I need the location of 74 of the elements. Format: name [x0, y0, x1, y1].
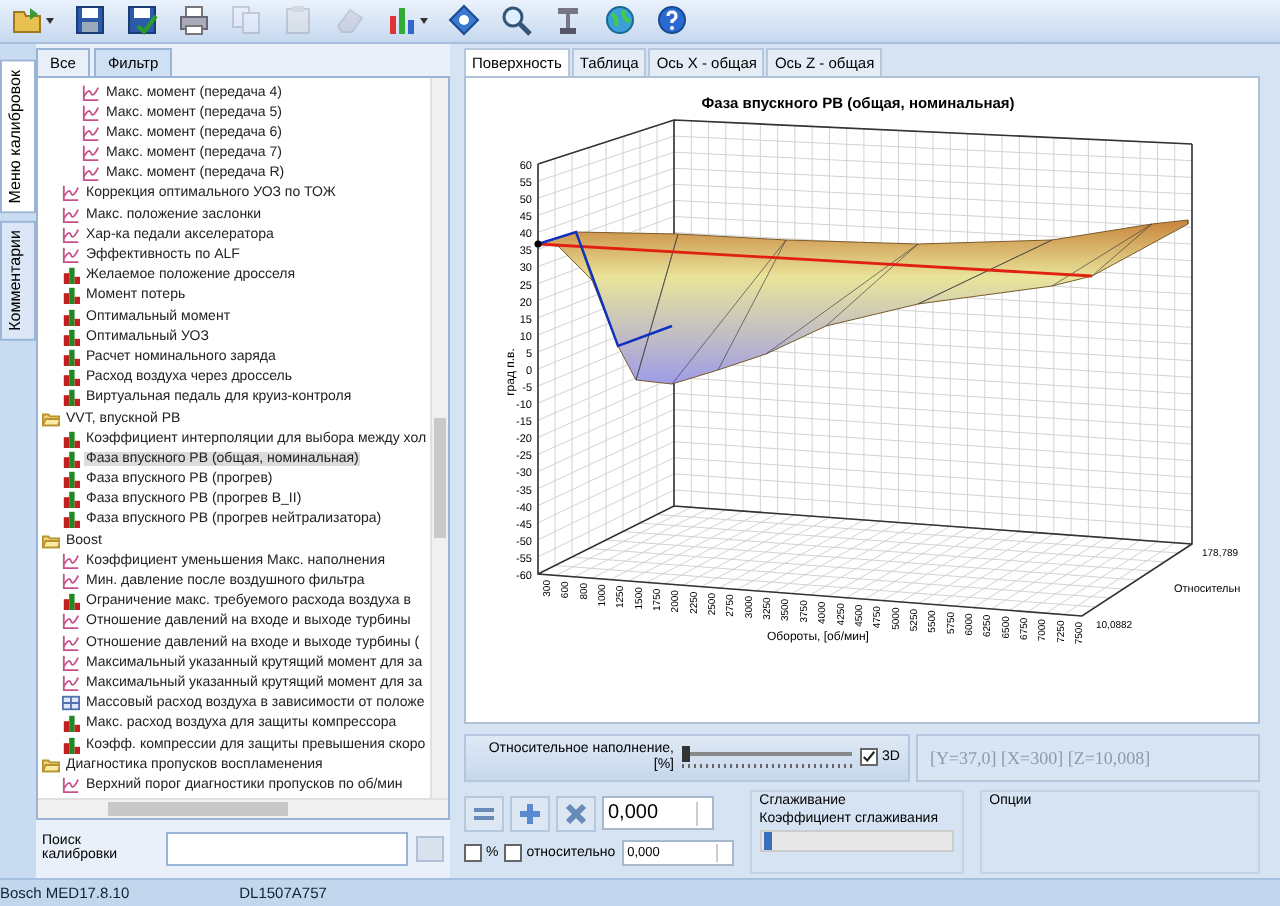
map-icon [62, 388, 80, 407]
side-tab[interactable]: Комментарии [0, 219, 36, 341]
caret-icon [46, 17, 54, 24]
value-spinbox[interactable]: 0,000 [602, 796, 714, 831]
curve-icon [82, 164, 100, 183]
open-folder-icon[interactable] [42, 409, 60, 428]
map-icon [62, 327, 80, 346]
curve-icon [62, 184, 80, 203]
map-icon [62, 307, 80, 326]
grid-icon [62, 694, 80, 713]
map-icon [62, 470, 80, 489]
search-field[interactable] [166, 831, 408, 866]
eraser-icon [334, 4, 366, 37]
curve-icon [62, 775, 80, 794]
map-icon [62, 266, 80, 285]
tool-icon [552, 4, 584, 37]
equals-button[interactable] [464, 795, 504, 832]
bar-chart-icon [386, 4, 418, 37]
map-icon [62, 714, 80, 733]
cursor-readout: [Y=37,0] [X=300] [Z=10,008] [915, 733, 1260, 782]
curve-icon [82, 144, 100, 163]
map-icon [62, 286, 80, 305]
curve-icon [62, 633, 80, 652]
map-icon [62, 429, 80, 448]
copy-icon [230, 4, 262, 37]
toolbar-button[interactable] [174, 2, 214, 39]
curve-icon [62, 246, 80, 265]
curve-icon [62, 205, 80, 224]
checkbox[interactable] [504, 843, 523, 862]
map-icon [62, 592, 80, 611]
curve-icon [62, 572, 80, 591]
curve-icon [62, 653, 80, 672]
fill-slider[interactable] [682, 743, 852, 772]
map-icon [62, 490, 80, 509]
map-icon [62, 735, 80, 754]
slider-thumb[interactable] [764, 831, 773, 850]
cross-icon [564, 801, 588, 826]
curve-icon [62, 673, 80, 692]
curve-icon [82, 123, 100, 142]
vertical-scrollbar[interactable] [430, 77, 448, 798]
map-icon [62, 449, 80, 468]
help-icon [656, 4, 688, 37]
globe-icon [604, 4, 636, 37]
floppy-check-icon [126, 4, 158, 37]
add-button[interactable] [510, 795, 550, 832]
toolbar-button[interactable] [652, 2, 692, 39]
map-icon [62, 368, 80, 387]
diamond-icon [448, 4, 480, 37]
multiply-button[interactable] [556, 795, 596, 832]
toolbar-button[interactable] [122, 2, 162, 39]
folder-icon [12, 4, 44, 37]
open-folder-icon[interactable] [42, 531, 60, 550]
curve-icon [82, 103, 100, 122]
curve-icon [62, 551, 80, 570]
map-icon [62, 347, 80, 366]
toolbar-button[interactable] [600, 2, 640, 39]
curve-icon [62, 612, 80, 631]
toolbar-button[interactable] [70, 2, 110, 39]
printer-icon [178, 4, 210, 37]
map-icon [62, 510, 80, 529]
caret-icon [420, 17, 428, 24]
plus-icon [518, 801, 542, 826]
search-icon [500, 4, 532, 37]
open-folder-icon[interactable] [42, 755, 60, 774]
clipboard-icon [282, 4, 314, 37]
checkbox[interactable] [464, 843, 482, 862]
curve-icon [62, 225, 80, 244]
curve-icon [82, 83, 100, 102]
slider-thumb[interactable] [681, 745, 690, 762]
horizontal-scrollbar[interactable] [38, 797, 448, 818]
smoothing-slider[interactable] [759, 829, 954, 852]
side-tab[interactable]: Меню калибровок [0, 59, 36, 214]
checkbox[interactable] [860, 748, 878, 767]
toolbar-button[interactable] [444, 2, 484, 39]
